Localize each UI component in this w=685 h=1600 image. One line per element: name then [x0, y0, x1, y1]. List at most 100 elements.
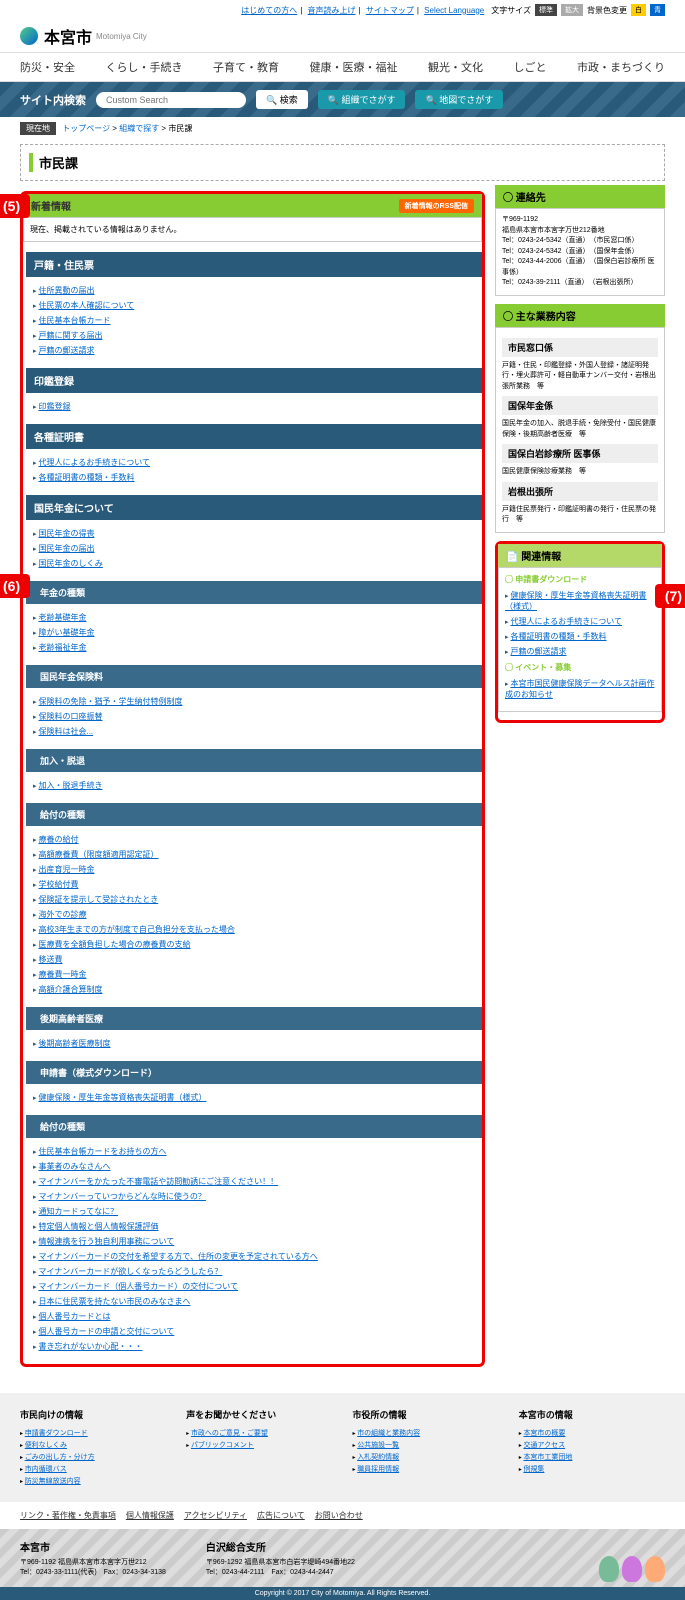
- content-link[interactable]: 印鑑登録: [38, 402, 70, 411]
- content-link[interactable]: マイナンバーカード（個人番号カード）の交付について: [38, 1282, 238, 1291]
- footer-util-link[interactable]: アクセシビリティ: [184, 1511, 247, 1520]
- content-link[interactable]: 老齢福祉年金: [38, 643, 86, 652]
- footer-col-head: 本宮市の情報: [519, 1408, 665, 1421]
- related-link[interactable]: 代理人によるお手続きについて: [510, 617, 622, 626]
- content-link[interactable]: 学校給付費: [38, 880, 78, 889]
- dl-header: 申請書ダウンロード: [515, 575, 587, 584]
- content-link[interactable]: 戸籍に関する届出: [38, 331, 102, 340]
- bg-blue-button[interactable]: 青: [650, 4, 665, 16]
- footer-util-link[interactable]: 個人情報保護: [126, 1511, 174, 1520]
- content-link[interactable]: 戸籍の郵送請求: [38, 346, 94, 355]
- footer-util-link[interactable]: お問い合わせ: [315, 1511, 363, 1520]
- content-link[interactable]: 事業者のみなさんへ: [38, 1162, 110, 1171]
- content-link[interactable]: 通知カードってなに？: [38, 1207, 118, 1216]
- nav-item[interactable]: 子育て・教育: [213, 59, 279, 75]
- content-link[interactable]: 日本に住民票を持たない市民のみなさまへ: [38, 1297, 190, 1306]
- crumb-link[interactable]: 組織で探す: [119, 124, 159, 133]
- footer-link[interactable]: ごみの出し方・分け方: [25, 1454, 95, 1461]
- footer-link[interactable]: 本宮市の概要: [523, 1430, 565, 1437]
- site-name: 本宮市: [44, 24, 92, 48]
- footer-link[interactable]: 市内循環バス: [25, 1466, 67, 1473]
- nav-item[interactable]: くらし・手続き: [106, 59, 183, 75]
- footer-link[interactable]: 便利なしくみ: [25, 1442, 67, 1449]
- contact-box: 〒969-1192 福島県本宮市本宮字万世212番地 Tel：0243-24-5…: [495, 208, 665, 296]
- footer-util-link[interactable]: 広告について: [257, 1511, 305, 1520]
- font-big-button[interactable]: 拡大: [561, 4, 583, 16]
- content-link[interactable]: 住民基本台帳カード: [38, 316, 110, 325]
- content-link[interactable]: 医療費を全額負担した場合の療養費の支給: [38, 940, 190, 949]
- top-link[interactable]: Select Language: [424, 6, 484, 15]
- content-link[interactable]: 特定個人情報と個人情報保護評価: [38, 1222, 158, 1231]
- content-link[interactable]: 海外での診療: [38, 910, 86, 919]
- nav-item[interactable]: 市政・まちづくり: [577, 59, 665, 75]
- nav-item[interactable]: 観光・文化: [428, 59, 483, 75]
- biz-subhead: 国保白岩診療所 医事係: [502, 444, 658, 463]
- footer-col-head: 声をお聞かせください: [186, 1408, 332, 1421]
- content-link[interactable]: 出産育児一時金: [38, 865, 94, 874]
- footer-link[interactable]: 市の組織と業務内容: [357, 1430, 420, 1437]
- content-link[interactable]: 保険料の口座振替: [38, 712, 102, 721]
- content-link[interactable]: 代理人によるお手続きについて: [38, 458, 150, 467]
- footer-link[interactable]: パブリックコメント: [191, 1442, 254, 1449]
- related-link[interactable]: 戸籍の郵送請求: [510, 647, 566, 656]
- nav-item[interactable]: しごと: [514, 59, 547, 75]
- content-link[interactable]: 住民基本台帳カードをお持ちの方へ: [38, 1147, 166, 1156]
- nav-item[interactable]: 防災・安全: [20, 59, 75, 75]
- footer-link[interactable]: 職員採用情報: [357, 1466, 399, 1473]
- footer-link[interactable]: 本宮市工業団地: [523, 1454, 572, 1461]
- search-org-button[interactable]: 🔍 組織でさがす: [318, 90, 406, 109]
- top-link[interactable]: 音声読み上げ: [308, 6, 356, 15]
- content-link[interactable]: 書き忘れがないか心配・・・: [38, 1342, 142, 1351]
- footer-link[interactable]: 防災無線放送内容: [25, 1478, 81, 1485]
- content-link[interactable]: マイナンバーカードの交付を希望する方で、住所の変更を予定されている方へ: [38, 1252, 317, 1261]
- related-link[interactable]: 各種証明書の種類・手数料: [510, 632, 606, 641]
- content-link[interactable]: 国民年金の届出: [38, 544, 94, 553]
- footer-link[interactable]: 市政へのご意見・ご要望: [191, 1430, 268, 1437]
- global-nav: 防災・安全 くらし・手続き 子育て・教育 健康・医療・福祉 観光・文化 しごと …: [0, 52, 685, 82]
- search-map-button[interactable]: 🔍 地図でさがす: [415, 90, 503, 109]
- bg-white-button[interactable]: 白: [631, 4, 646, 16]
- footer-util-link[interactable]: リンク・著作権・免責事項: [20, 1511, 116, 1520]
- related-link[interactable]: 本宮市国民健康保険データヘルス計画作成のお知らせ: [505, 679, 654, 699]
- content-link[interactable]: マイナンバーカードが欲しくなったらどうしたら？: [38, 1267, 222, 1276]
- content-link[interactable]: 情報連携を行う独自利用事務について: [38, 1237, 174, 1246]
- content-link[interactable]: 保険料は社会...: [38, 727, 93, 736]
- footer-link[interactable]: 申請書ダウンロード: [25, 1430, 88, 1437]
- content-link[interactable]: 住所異動の届出: [38, 286, 94, 295]
- content-link[interactable]: 保険証を提示して受診されたとき: [38, 895, 158, 904]
- footer-link[interactable]: 公共施設一覧: [357, 1442, 399, 1449]
- content-link[interactable]: 国民年金の得喪: [38, 529, 94, 538]
- nav-item[interactable]: 健康・医療・福祉: [310, 59, 398, 75]
- content-link[interactable]: 保険料の免除・猶予・学生納付特例制度: [38, 697, 182, 706]
- footer-link[interactable]: 交通アクセス: [523, 1442, 565, 1449]
- content-link[interactable]: 各種証明書の種類・手数料: [38, 473, 134, 482]
- search-button[interactable]: 🔍 検索: [256, 90, 308, 109]
- content-link[interactable]: 個人番号カードとは: [38, 1312, 110, 1321]
- content-link[interactable]: 国民年金のしくみ: [38, 559, 102, 568]
- content-link[interactable]: 高校3年生までの方が制度で自己負担分を支払った場合: [38, 925, 234, 934]
- content-link[interactable]: 老齢基礎年金: [38, 613, 86, 622]
- content-link[interactable]: マイナンバーをかたった不審電話や訪問勧誘にご注意ください！！: [38, 1177, 278, 1186]
- content-link[interactable]: 加入・脱退手続き: [38, 781, 102, 790]
- content-link[interactable]: 療養の給付: [38, 835, 78, 844]
- search-input[interactable]: [96, 92, 246, 108]
- top-link[interactable]: サイトマップ: [366, 6, 414, 15]
- content-link[interactable]: 住民票の本人確認について: [38, 301, 134, 310]
- font-std-button[interactable]: 標準: [535, 4, 557, 16]
- rss-button[interactable]: 新着情報のRSS配信: [399, 199, 474, 213]
- related-link[interactable]: 健康保険・厚生年金等資格喪失証明書（様式）: [505, 591, 646, 611]
- footer-link[interactable]: 入札契約情報: [357, 1454, 399, 1461]
- content-link[interactable]: 健康保険・厚生年金等資格喪失証明書（様式）: [38, 1093, 206, 1102]
- footer-link[interactable]: 例規集: [523, 1466, 544, 1473]
- content-link[interactable]: 療養費一時金: [38, 970, 86, 979]
- biz-subhead: 岩根出張所: [502, 482, 658, 501]
- content-link[interactable]: 高額介護合算制度: [38, 985, 102, 994]
- crumb-link[interactable]: トップページ: [62, 124, 110, 133]
- content-link[interactable]: 移送費: [38, 955, 62, 964]
- top-link[interactable]: はじめての方へ: [241, 6, 297, 15]
- content-link[interactable]: 高額療養費（限度額適用認定証）: [38, 850, 158, 859]
- content-link[interactable]: 個人番号カードの申請と交付について: [38, 1327, 174, 1336]
- site-logo[interactable]: 本宮市 Motomiya City: [0, 20, 685, 52]
- content-link[interactable]: 後期高齢者医療制度: [38, 1039, 110, 1048]
- content-link[interactable]: 障がい基礎年金: [38, 628, 94, 637]
